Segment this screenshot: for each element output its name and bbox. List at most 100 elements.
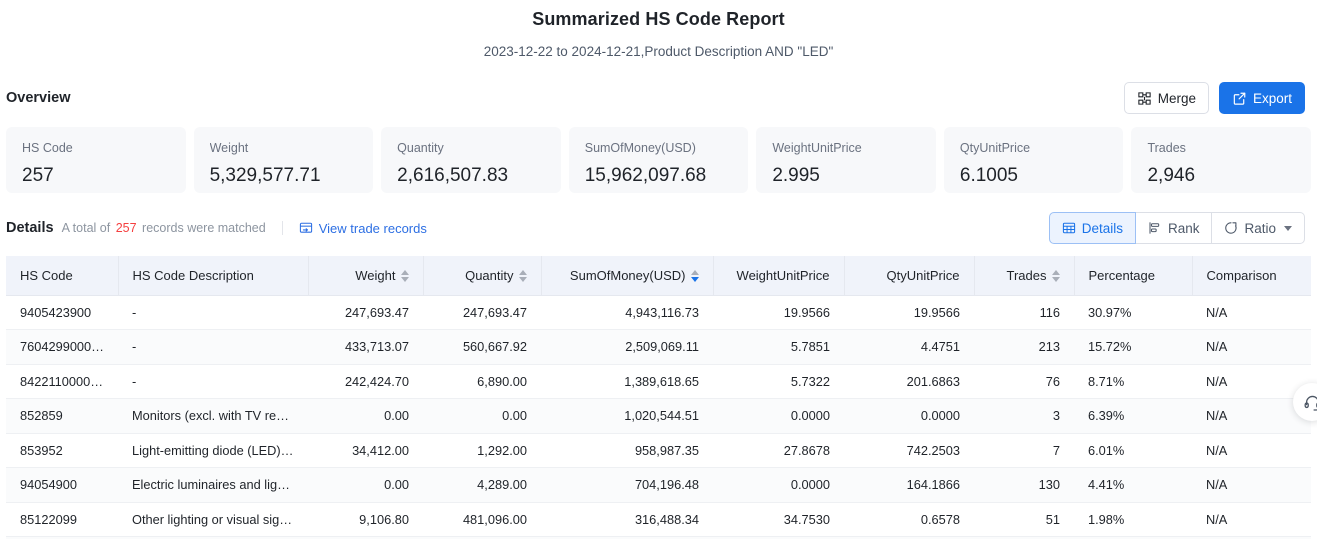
table-row[interactable]: 853952 Light-emitting diode (LED) lamps 34…: [6, 433, 1311, 468]
view-mode-switcher: Details Rank Ratio: [1048, 212, 1305, 244]
cell-description: Other lighting or visual signalling ...: [118, 502, 308, 537]
view-mode-details-label: Details: [1081, 220, 1123, 236]
summary-suffix: records were matched: [142, 221, 266, 235]
cell-comparison: N/A: [1192, 502, 1311, 537]
table-row[interactable]: 85122099 Other lighting or visual signall…: [6, 502, 1311, 537]
column-label: Trades: [1006, 267, 1047, 283]
cell-quantity: 6,890.00: [423, 364, 541, 399]
column-label: Comparison: [1206, 267, 1277, 283]
view-trade-records-link[interactable]: View trade records: [299, 221, 427, 236]
cell-weight-unit-price: 0.0000: [713, 467, 844, 503]
cell-sum-of-money: 1,389,618.65: [541, 364, 713, 399]
stat-card-weight: Weight 5,329,577.71: [193, 127, 374, 193]
table-header-row: HS Code HS Code Description Weight Quant: [6, 256, 1311, 296]
cell-qty-unit-price: 4.4751: [844, 329, 974, 365]
cell-hs-code: 852859: [6, 398, 118, 434]
column-label: WeightUnitPrice: [736, 267, 830, 283]
cell-quantity: 1,292.00: [423, 433, 541, 468]
cell-hs-code: 9405423900: [6, 295, 118, 330]
merge-button-label: Merge: [1157, 90, 1196, 106]
cell-sum-of-money: 958,987.35: [541, 433, 713, 468]
overview-header: Overview Merge Export: [0, 82, 1317, 114]
column-header-qty-unit-price[interactable]: QtyUnitPrice: [844, 256, 975, 296]
view-mode-rank[interactable]: Rank: [1135, 212, 1213, 244]
cell-description: Electric luminaires and lighting fix...: [118, 467, 308, 503]
table-row[interactable]: 94054900 Electric luminaires and lighting…: [6, 467, 1311, 503]
column-header-description[interactable]: HS Code Description: [118, 256, 309, 296]
details-summary: Details A total of 257 records were matc…: [6, 220, 427, 236]
cell-weight: 247,693.47: [308, 295, 423, 330]
column-header-comparison[interactable]: Comparison: [1192, 256, 1311, 296]
summary-prefix: A total of: [61, 221, 111, 235]
stat-card-hs-code: HS Code 257: [6, 127, 186, 193]
export-button[interactable]: Export: [1218, 82, 1305, 114]
stat-card-label: HS Code: [22, 141, 73, 155]
stat-card-trades: Trades 2,946: [1131, 127, 1312, 193]
cell-hs-code: 842211000000: [6, 364, 118, 399]
cell-trades: 3: [974, 398, 1074, 434]
cell-percentage: 15.72%: [1074, 329, 1192, 365]
cell-weight-unit-price: 5.7851: [713, 329, 844, 365]
headset-icon: [1303, 393, 1317, 412]
cell-weight-unit-price: 27.8678: [713, 433, 844, 468]
cell-weight-unit-price: 0.0000: [713, 398, 844, 434]
cell-percentage: 6.39%: [1074, 398, 1192, 434]
stat-card-weight-unit-price: WeightUnitPrice 2.995: [756, 127, 936, 193]
table-row[interactable]: 760429900000-433,713.07 560,667.92 2,509,0…: [6, 329, 1311, 365]
column-label: Quantity: [465, 267, 514, 283]
column-header-quantity[interactable]: Quantity: [423, 256, 542, 296]
view-trade-records-label: View trade records: [318, 220, 427, 236]
column-label: SumOfMoney(USD): [569, 267, 686, 283]
column-label: Percentage: [1088, 267, 1156, 283]
column-header-weight-unit-price[interactable]: WeightUnitPrice: [713, 256, 845, 296]
cell-quantity: 481,096.00: [423, 502, 541, 537]
table-body: 9405423900-247,693.47 247,693.47 4,943,116…: [6, 295, 1311, 539]
overview-title: Overview: [6, 90, 71, 106]
cell-sum-of-money: 4,943,116.73: [541, 295, 713, 330]
column-header-hs-code[interactable]: HS Code: [6, 256, 119, 296]
cell-hs-code: 853952: [6, 433, 118, 468]
column-header-sum-of-money[interactable]: SumOfMoney(USD): [541, 256, 714, 296]
table-row[interactable]: 842211000000-242,424.70 6,890.00 1,389,618…: [6, 364, 1311, 399]
bar-chart-icon: [1148, 221, 1162, 235]
cell-comparison: N/A: [1192, 467, 1311, 503]
cell-percentage: 4.41%: [1074, 467, 1192, 503]
cell-hs-code: 85122099: [6, 502, 118, 537]
sort-icon[interactable]: [1051, 270, 1060, 283]
details-title: Details: [6, 220, 54, 236]
sort-icon-active[interactable]: [690, 270, 699, 283]
overview-actions: Merge Export: [1123, 82, 1305, 114]
stat-card-label: WeightUnitPrice: [772, 141, 862, 155]
cell-sum-of-money: 2,509,069.11: [541, 329, 713, 365]
view-mode-details[interactable]: Details: [1048, 212, 1136, 244]
view-mode-ratio[interactable]: Ratio: [1212, 212, 1305, 244]
sort-icon[interactable]: [400, 270, 409, 283]
column-header-weight[interactable]: Weight: [308, 256, 424, 296]
cell-description: -: [118, 364, 308, 399]
cell-trades: 213: [974, 329, 1074, 365]
stat-card-value: 2,946: [1147, 165, 1196, 186]
merge-button[interactable]: Merge: [1123, 82, 1209, 114]
stat-card-value: 2,616,507.83: [397, 165, 509, 186]
cell-percentage: 6.01%: [1074, 433, 1192, 468]
cell-weight: 0.00: [308, 467, 423, 503]
table-row[interactable]: 852859Monitors (excl. with TV receiver, …: [6, 398, 1311, 434]
stat-card-label: Quantity: [397, 141, 444, 155]
cell-quantity: 560,667.92: [423, 329, 541, 365]
view-mode-rank-label: Rank: [1167, 220, 1200, 236]
sort-icon[interactable]: [518, 270, 527, 283]
export-button-label: Export: [1252, 90, 1292, 106]
table-row[interactable]: 9405423900-247,693.47 247,693.47 4,943,116…: [6, 295, 1311, 330]
cell-description: Monitors (excl. with TV receiver, C...: [118, 398, 308, 434]
cell-weight-unit-price: 34.7530: [713, 502, 844, 537]
record-count: 257: [115, 221, 137, 235]
table-icon: [1062, 221, 1076, 235]
cell-sum-of-money: 1,020,544.51: [541, 398, 713, 434]
column-header-trades[interactable]: Trades: [974, 256, 1075, 296]
cell-comparison: N/A: [1192, 433, 1311, 468]
cell-trades: 51: [974, 502, 1074, 537]
cell-trades: 7: [974, 433, 1074, 468]
overview-cards: HS Code 257 Weight 5,329,577.71 Quantity…: [0, 127, 1317, 193]
cell-qty-unit-price: 0.6578: [844, 502, 974, 537]
column-header-percentage[interactable]: Percentage: [1074, 256, 1193, 296]
